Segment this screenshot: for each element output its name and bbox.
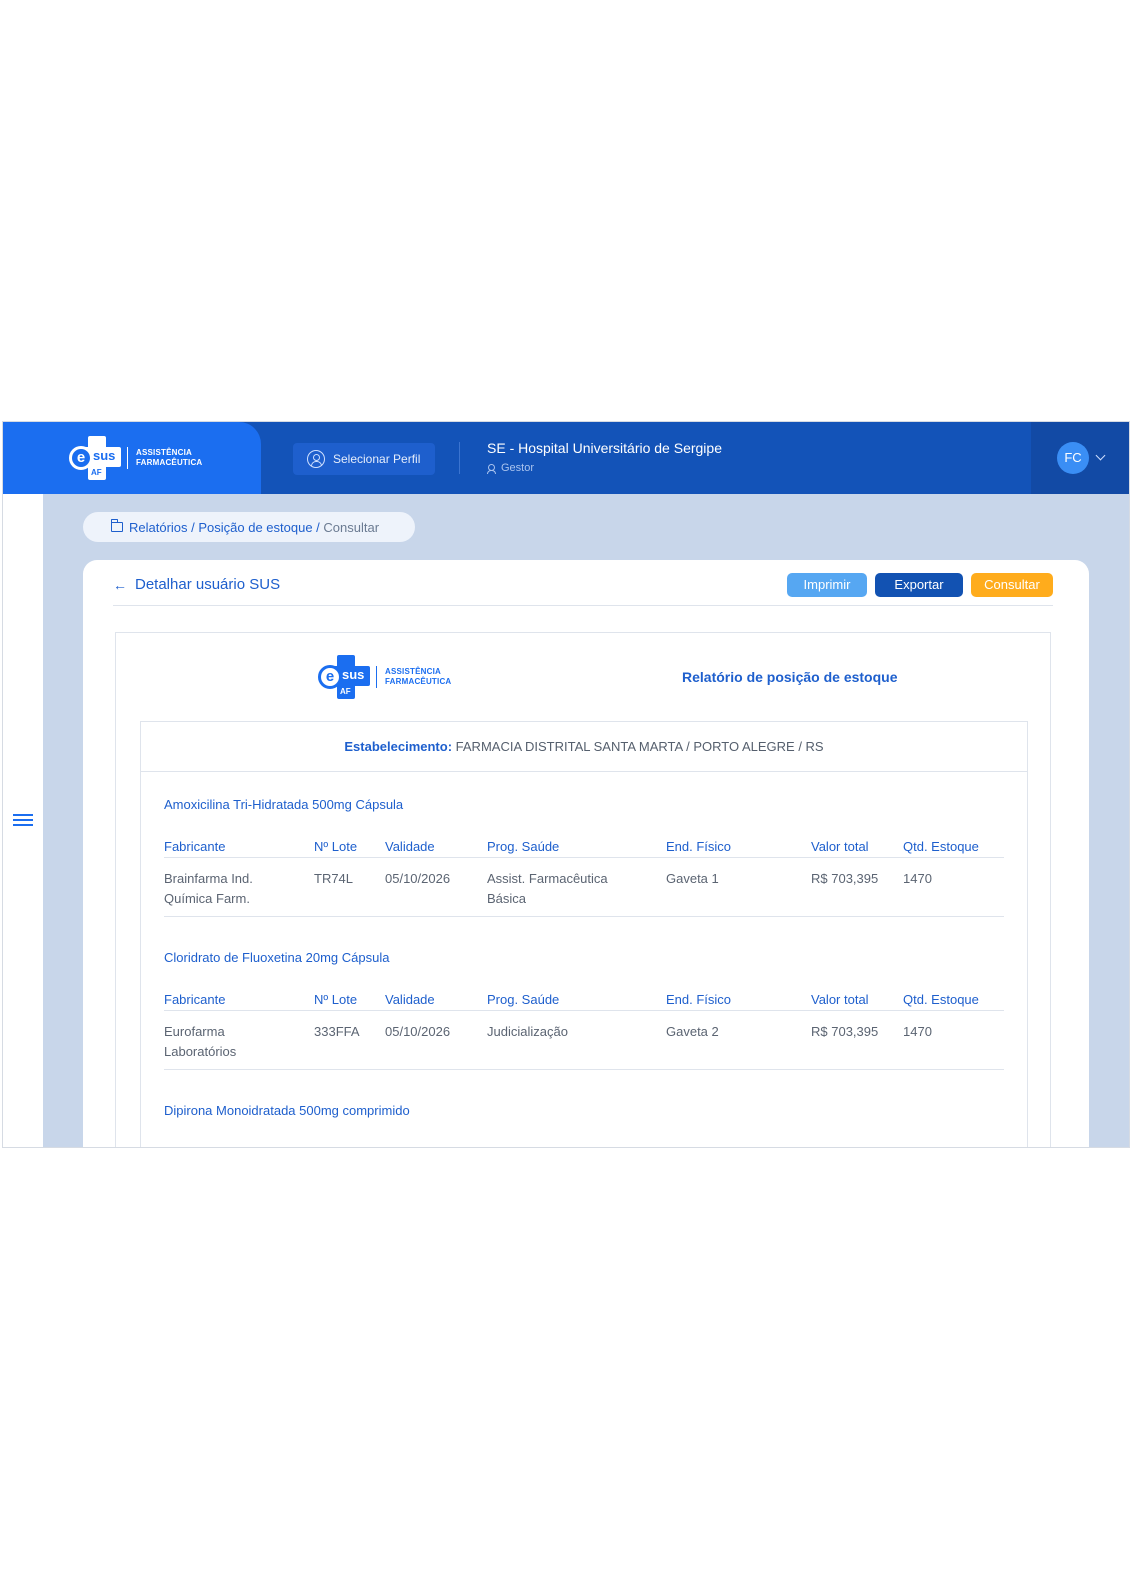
export-button[interactable]: Exportar (875, 573, 963, 597)
column-header-lote: Nº Lote (314, 992, 358, 1007)
column-header-prog-saude: Prog. Saúde (487, 992, 560, 1007)
print-button[interactable]: Imprimir (787, 573, 867, 597)
column-header-validade: Validade (385, 992, 435, 1007)
logo-af-text: AF (340, 687, 351, 696)
cell-lote: 333FFA (314, 1024, 360, 1039)
column-header-valor-total: Valor total (811, 992, 869, 1007)
user-role: Gestor (487, 462, 534, 474)
cell-qtd-estoque: 1470 (903, 871, 932, 886)
top-bar: e sus AF ASSISTÊNCIA FARMACÊUTICA Seleci… (3, 422, 1129, 494)
breadcrumb-current: Consultar (323, 519, 380, 535)
report-document: e sus AF ASSISTÊNCIA FARMACÊUTICA Relató… (115, 632, 1051, 1147)
establishment-value: FARMACIA DISTRITAL SANTA MARTA / PORTO A… (455, 739, 824, 754)
arrow-left-icon: ← (113, 576, 127, 593)
select-profile-label: Selecionar Perfil (333, 452, 421, 466)
table-header-divider (164, 1010, 1004, 1011)
header-divider (459, 442, 460, 474)
toolbar-divider (113, 605, 1053, 606)
cell-valor-total: R$ 703,395 (811, 1024, 879, 1039)
esus-logo-mark: e sus AF (69, 436, 121, 480)
logo-caption-line1: ASSISTÊNCIA (385, 667, 441, 676)
cell-valor-total: R$ 703,395 (811, 871, 879, 886)
cell-end-fisico: Gaveta 1 (666, 871, 719, 886)
product-name: Cloridrato de Fluoxetina 20mg Cápsula (164, 950, 390, 965)
person-icon (487, 463, 496, 474)
product-name: Amoxicilina Tri-Hidratada 500mg Cápsula (164, 797, 404, 812)
logo-caption-line2: FARMACÊUTICA (385, 677, 452, 686)
logo-caption: ASSISTÊNCIA FARMACÊUTICA (385, 667, 451, 687)
query-button[interactable]: Consultar (971, 573, 1053, 597)
column-header-fabricante: Fabricante (164, 839, 226, 854)
establishment-label: Estabelecimento: (344, 739, 453, 754)
cell-prog-saude: Assist. Farmacêutica Básica (487, 871, 608, 906)
cell-qtd-estoque: 1470 (903, 1024, 932, 1039)
esus-af-logo[interactable]: e sus AF ASSISTÊNCIA FARMACÊUTICA (69, 436, 202, 480)
column-header-lote: Nº Lote (314, 839, 358, 854)
column-header-qtd-estoque: Qtd. Estoque (903, 992, 979, 1007)
app-window: e sus AF ASSISTÊNCIA FARMACÊUTICA Seleci… (2, 421, 1130, 1148)
logo-caption: ASSISTÊNCIA FARMACÊUTICA (136, 448, 202, 468)
select-profile-button[interactable]: Selecionar Perfil (293, 443, 435, 475)
product-name: Dipirona Monoidratada 500mg comprimido (164, 1103, 410, 1118)
hamburger-menu-icon[interactable] (13, 814, 33, 826)
user-role-label: Gestor (501, 462, 535, 474)
hospital-name: SE - Hospital Universitário de Sergipe (487, 440, 722, 456)
establishment-divider (140, 771, 1028, 772)
cell-fabricante: Brainfarma Ind. Química Farm. (164, 871, 253, 906)
table-row-divider (164, 916, 1004, 917)
column-header-prog-saude: Prog. Saúde (487, 839, 560, 854)
user-menu[interactable]: FC (1031, 422, 1129, 494)
cell-validade: 05/10/2026 (385, 871, 451, 886)
folder-icon (111, 519, 123, 532)
report-card: ← Detalhar usuário SUS Imprimir Exportar… (83, 560, 1089, 1147)
esus-logo-mark: e sus AF (318, 655, 370, 699)
logo-caption-line2: FARMACÊUTICA (136, 458, 203, 467)
back-link-label: Detalhar usuário SUS (135, 576, 281, 593)
column-header-end-fisico: End. Físico (666, 992, 732, 1007)
logo-af-text: AF (91, 468, 102, 477)
column-header-validade: Validade (385, 839, 435, 854)
cell-end-fisico: Gaveta 2 (666, 1024, 719, 1039)
cell-prog-saude: Judicialização (487, 1024, 568, 1039)
chevron-down-icon[interactable] (1095, 450, 1106, 461)
column-header-qtd-estoque: Qtd. Estoque (903, 839, 979, 854)
establishment-row: Estabelecimento: FARMACIA DISTRITAL SANT… (140, 721, 1028, 771)
report-border-left (140, 771, 141, 1147)
table-header-divider (164, 857, 1004, 858)
column-header-valor-total: Valor total (811, 839, 869, 854)
back-link[interactable]: ← Detalhar usuário SUS (113, 576, 280, 593)
report-title: Relatório de posição de estoque (682, 669, 898, 685)
logo-sus-text: sus (93, 448, 116, 463)
report-border-right (1027, 771, 1028, 1147)
user-circle-icon (307, 450, 325, 468)
logo-sus-text: sus (342, 667, 365, 682)
avatar[interactable]: FC (1057, 442, 1089, 474)
cell-lote: TR74L (314, 871, 354, 886)
column-header-fabricante: Fabricante (164, 992, 226, 1007)
breadcrumb-path[interactable]: Relatórios / Posição de estoque / (129, 520, 320, 535)
breadcrumb: Relatórios / Posição de estoque / Consul… (83, 512, 415, 542)
report-logo: e sus AF ASSISTÊNCIA FARMACÊUTICA (318, 655, 451, 699)
sidebar (3, 494, 43, 1147)
column-header-end-fisico: End. Físico (666, 839, 732, 854)
cell-fabricante: Eurofarma Laboratórios (164, 1024, 237, 1059)
cell-validade: 05/10/2026 (385, 1024, 451, 1039)
logo-caption-line1: ASSISTÊNCIA (136, 448, 192, 457)
table-row-divider (164, 1069, 1004, 1070)
brand-area: e sus AF ASSISTÊNCIA FARMACÊUTICA (3, 422, 261, 494)
